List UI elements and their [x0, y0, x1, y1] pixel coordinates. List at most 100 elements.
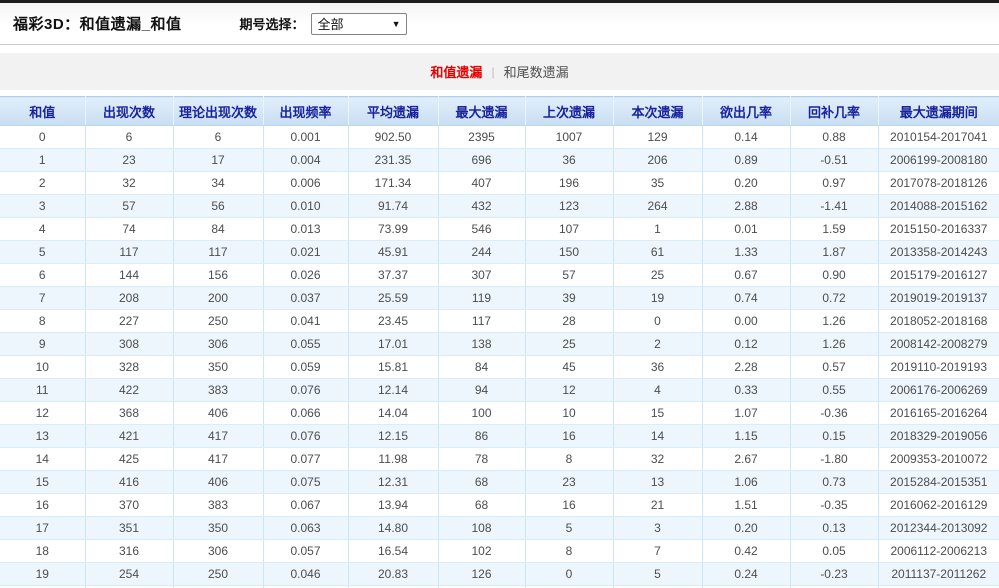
table-cell: 0	[525, 563, 613, 586]
table-cell: 2	[0, 172, 85, 195]
column-header: 欲出几率	[702, 97, 790, 126]
table-cell: 117	[438, 310, 525, 333]
period-select-value: 全部	[318, 14, 344, 33]
table-cell: 2013358-2014243	[878, 241, 999, 264]
table-cell: 94	[438, 379, 525, 402]
table-cell: 4	[0, 218, 85, 241]
table-cell: 6	[173, 126, 263, 149]
table-cell: 0.021	[263, 241, 348, 264]
table-cell: 2016165-2016264	[878, 402, 999, 425]
table-cell: 0.026	[263, 264, 348, 287]
table-cell: 17	[173, 149, 263, 172]
table-cell: 2018329-2019056	[878, 425, 999, 448]
table-cell: 25	[613, 264, 702, 287]
table-cell: 0.004	[263, 149, 348, 172]
table-cell: 19	[0, 563, 85, 586]
table-cell: 0	[613, 310, 702, 333]
table-row: 51171170.02145.91244150611.331.872013358…	[0, 241, 999, 264]
table-cell: 16	[525, 494, 613, 517]
table-cell: 7	[0, 287, 85, 310]
table-cell: 328	[85, 356, 173, 379]
table-cell: 2016062-2016129	[878, 494, 999, 517]
table-cell: 8	[525, 540, 613, 563]
table-cell: 0.89	[702, 149, 790, 172]
table-cell: 2018052-2018168	[878, 310, 999, 333]
table-cell: 8	[525, 448, 613, 471]
table-cell: 2.88	[702, 195, 790, 218]
table-cell: 208	[85, 287, 173, 310]
table-cell: 0.041	[263, 310, 348, 333]
table-cell: 1	[613, 218, 702, 241]
column-header: 和值	[0, 97, 85, 126]
table-cell: 144	[85, 264, 173, 287]
table-cell: 383	[173, 379, 263, 402]
table-cell: -0.35	[790, 494, 878, 517]
table-cell: 231.35	[348, 149, 438, 172]
table-cell: 407	[438, 172, 525, 195]
table-cell: 37.37	[348, 264, 438, 287]
table-cell: 12	[0, 402, 85, 425]
table-cell: 0.90	[790, 264, 878, 287]
table-cell: 74	[85, 218, 173, 241]
table-cell: 368	[85, 402, 173, 425]
column-header: 出现频率	[263, 97, 348, 126]
table-cell: 45.91	[348, 241, 438, 264]
table-cell: 91.74	[348, 195, 438, 218]
table-row: 61441560.02637.3730757250.670.902015179-…	[0, 264, 999, 287]
table-cell: 3	[613, 517, 702, 540]
table-cell: 15	[613, 402, 702, 425]
table-cell: 10	[0, 356, 85, 379]
table-cell: 0.12	[702, 333, 790, 356]
column-header: 上次遗漏	[525, 97, 613, 126]
table-cell: 126	[438, 563, 525, 586]
table-row: 0660.001902.50239510071290.140.882010154…	[0, 126, 999, 149]
table-cell: 2	[613, 333, 702, 356]
table-row: 82272500.04123.451172800.001.262018052-2…	[0, 310, 999, 333]
table-cell: 902.50	[348, 126, 438, 149]
table-cell: 0.33	[702, 379, 790, 402]
table-cell: 254	[85, 563, 173, 586]
table-cell: 2011137-2011262	[878, 563, 999, 586]
column-header: 出现次数	[85, 97, 173, 126]
table-cell: 0.88	[790, 126, 878, 149]
table-cell: 308	[85, 333, 173, 356]
table-cell: 0.24	[702, 563, 790, 586]
table-cell: 264	[613, 195, 702, 218]
table-cell: 0.067	[263, 494, 348, 517]
tab-tail-omission[interactable]: 和尾数遗漏	[504, 62, 569, 81]
table-cell: 108	[438, 517, 525, 540]
table-row: 72082000.03725.5911939190.740.722019019-…	[0, 287, 999, 310]
table-cell: 0.73	[790, 471, 878, 494]
table-cell: 206	[613, 149, 702, 172]
table-cell: 2.67	[702, 448, 790, 471]
table-cell: 406	[173, 402, 263, 425]
page-title: 福彩3D：和值遗漏_和值	[13, 13, 182, 34]
table-cell: 1.26	[790, 333, 878, 356]
table-cell: 25.59	[348, 287, 438, 310]
table-row: 192542500.04620.83126050.24-0.232011137-…	[0, 563, 999, 586]
table-cell: -1.41	[790, 195, 878, 218]
table-row: 114223830.07612.14941240.330.552006176-2…	[0, 379, 999, 402]
table-cell: 25	[525, 333, 613, 356]
table-cell: 0.059	[263, 356, 348, 379]
table-cell: 2006176-2006269	[878, 379, 999, 402]
table-cell: 129	[613, 126, 702, 149]
table-cell: 0.00	[702, 310, 790, 333]
table-cell: -0.36	[790, 402, 878, 425]
table-cell: 119	[438, 287, 525, 310]
table-cell: 84	[173, 218, 263, 241]
table-cell: 196	[525, 172, 613, 195]
table-cell: 2012344-2013092	[878, 517, 999, 540]
table-cell: 19	[613, 287, 702, 310]
table-cell: 57	[85, 195, 173, 218]
tab-sum-omission[interactable]: 和值遗漏	[430, 62, 482, 81]
table-cell: 306	[173, 333, 263, 356]
table-row: 93083060.05517.011382520.121.262008142-2…	[0, 333, 999, 356]
table-cell: 0.001	[263, 126, 348, 149]
table-cell: 11	[0, 379, 85, 402]
table-cell: 2006199-2008180	[878, 149, 999, 172]
table-cell: 45	[525, 356, 613, 379]
table-cell: 2006112-2006213	[878, 540, 999, 563]
table-cell: 0.20	[702, 172, 790, 195]
period-select[interactable]: 全部 ▼	[311, 13, 407, 35]
